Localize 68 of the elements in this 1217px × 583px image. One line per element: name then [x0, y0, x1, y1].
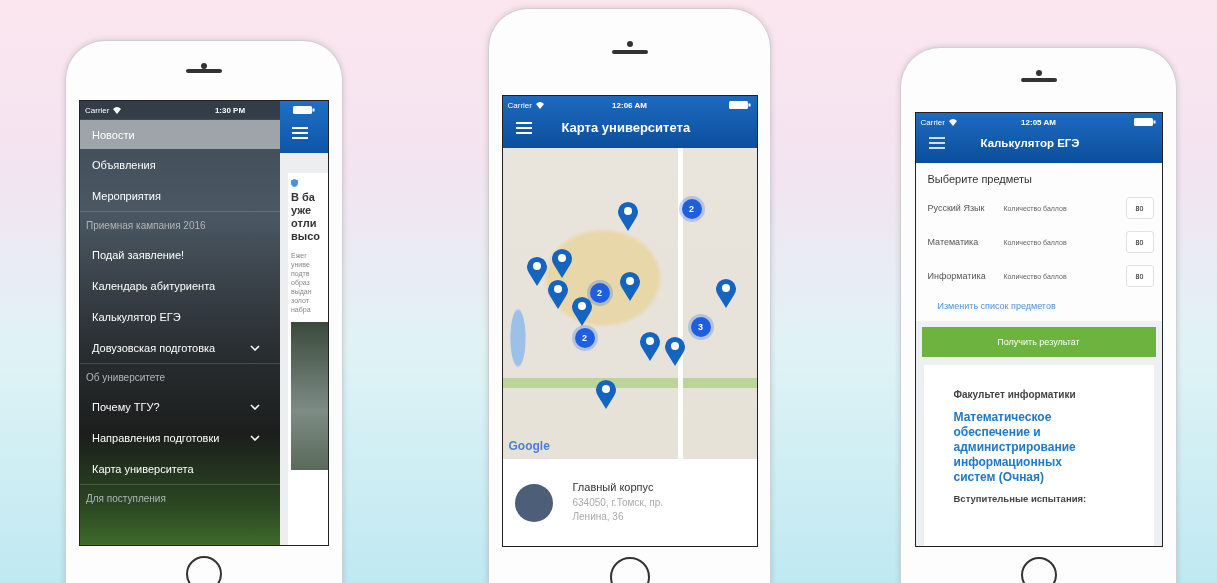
carrier-label: Carrier	[85, 105, 110, 115]
camera-dot	[1035, 70, 1042, 76]
map-attribution: Google	[508, 439, 550, 453]
menu-item[interactable]: Направления подготовки	[80, 422, 280, 453]
battery-icon	[1134, 118, 1157, 126]
camera-dot	[201, 63, 207, 69]
map-pin-icon[interactable]	[594, 379, 617, 409]
wifi-icon	[947, 118, 958, 126]
menu-icon[interactable]	[928, 137, 945, 149]
place-address: 634050, г.Томск, пр. Ленина, 36	[572, 496, 665, 524]
status-time: 1:30 PM	[214, 105, 246, 115]
map-pin-icon[interactable]	[638, 331, 661, 361]
subject-name: Информатика	[927, 271, 987, 281]
wifi-icon	[534, 101, 545, 109]
cluster-badge[interactable]: 3	[690, 317, 711, 337]
carrier-label: Carrier	[507, 100, 532, 110]
carrier-label: Carrier	[920, 117, 945, 127]
change-subjects-link[interactable]: Изменить список предметов	[937, 301, 1154, 311]
menu-item[interactable]: Мероприятия	[80, 180, 280, 211]
map-pin-icon[interactable]	[550, 248, 573, 278]
camera-dot	[626, 41, 633, 47]
menu-icon[interactable]	[515, 121, 532, 134]
chevron-down-icon	[250, 344, 260, 351]
status-time: 12:06 AM	[612, 100, 647, 110]
wifi-icon	[112, 106, 123, 114]
speaker-slot	[1020, 78, 1057, 82]
exams-label: Вступительные испытания:	[953, 493, 1088, 504]
cluster-badge[interactable]: 2	[681, 199, 702, 219]
menu-item[interactable]: Объявления	[80, 149, 280, 180]
section-title: Выберите предметы	[927, 173, 1034, 185]
place-name: Главный корпус	[572, 481, 655, 493]
news-title-line: В ба	[291, 191, 316, 204]
faculty-name: Факультет информатики	[953, 389, 1077, 400]
menu-item[interactable]: Довузовская подготовка	[80, 332, 280, 363]
shield-icon	[291, 179, 298, 187]
map-pin-icon[interactable]	[618, 271, 641, 301]
map-pin-icon[interactable]	[616, 201, 639, 231]
program-name[interactable]: Математическое обеспечение и администрирование информационных систем (Очная)	[953, 410, 1104, 485]
news-title-line: уже	[291, 204, 313, 217]
subject-name: Математика	[927, 237, 980, 247]
menu-item[interactable]: Подай заявление!	[80, 239, 280, 270]
cluster-badge[interactable]: 2	[589, 283, 610, 303]
status-time: 12:05 AM	[1021, 117, 1056, 127]
menu-item[interactable]: Карта университета	[80, 453, 280, 484]
battery-icon	[729, 101, 752, 109]
home-button[interactable]	[186, 556, 222, 583]
map-pin-icon[interactable]	[546, 279, 569, 309]
home-button[interactable]	[1020, 557, 1057, 583]
map-pin-icon[interactable]	[714, 278, 737, 308]
battery-icon	[293, 106, 315, 114]
map-pin-icon[interactable]	[570, 296, 593, 326]
menu-item[interactable]: Календарь абитуриента	[80, 270, 280, 301]
menu-icon[interactable]	[292, 127, 308, 139]
chevron-down-icon	[250, 434, 260, 441]
menu-item[interactable]: Калькулятор ЕГЭ	[80, 301, 280, 332]
photo-placeholder	[514, 483, 553, 522]
speaker-slot	[186, 68, 222, 73]
screen-title: Калькулятор ЕГЭ	[980, 137, 1080, 149]
map-pin-icon[interactable]	[525, 256, 548, 286]
cluster-badge[interactable]: 2	[574, 328, 595, 348]
chevron-down-icon	[250, 403, 260, 410]
subject-name: Русский Язык	[927, 203, 986, 213]
news-title-line: отли	[291, 217, 318, 230]
menu-item[interactable]: Почему ТГУ?	[80, 391, 280, 422]
map-pin-icon[interactable]	[663, 336, 686, 366]
speaker-slot	[611, 50, 648, 54]
screen-title: Карта университета	[561, 120, 691, 135]
news-title-line: высо	[291, 230, 321, 243]
